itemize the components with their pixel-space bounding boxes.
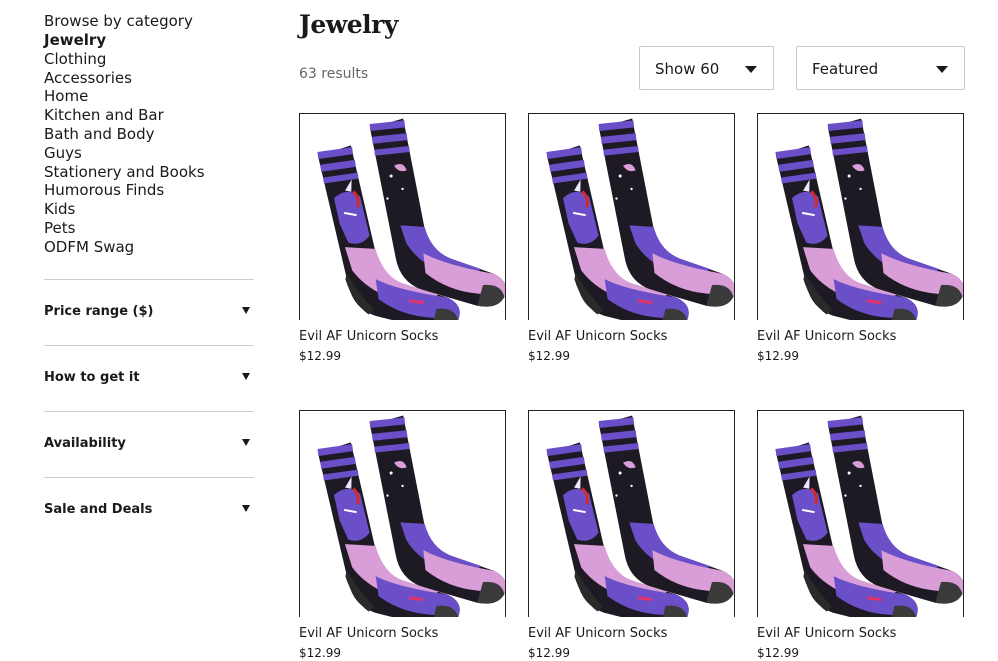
product-image[interactable]: [299, 410, 506, 617]
socks-illustration: [544, 114, 734, 320]
socks-illustration: [544, 411, 734, 617]
product-name[interactable]: Evil AF Unicorn Socks: [528, 625, 735, 642]
category-item-pets[interactable]: Pets: [44, 219, 254, 238]
filter-panel: Price range ($) How to get it Availabili…: [44, 278, 254, 543]
category-item-guys[interactable]: Guys: [44, 144, 254, 163]
socks-illustration: [315, 114, 505, 320]
filter-label: Price range ($): [44, 303, 154, 319]
category-list: Jewelry Clothing Accessories Home Kitche…: [44, 31, 254, 257]
product-name[interactable]: Evil AF Unicorn Socks: [299, 328, 506, 345]
filter-label: Availability: [44, 435, 126, 451]
browse-heading: Browse by category: [44, 12, 193, 30]
product-image[interactable]: [299, 113, 506, 320]
product-card[interactable]: Evil AF Unicorn Socks $12.99: [757, 113, 964, 364]
product-image[interactable]: [528, 113, 735, 320]
caret-down-icon: [242, 504, 250, 512]
socks-illustration: [773, 114, 963, 320]
sort-select[interactable]: Featured: [796, 46, 965, 90]
product-card[interactable]: Evil AF Unicorn Socks $12.99: [299, 410, 506, 661]
product-name[interactable]: Evil AF Unicorn Socks: [757, 625, 964, 642]
caret-down-icon: [745, 66, 757, 73]
product-image[interactable]: [757, 410, 964, 617]
category-item-stationery-and-books[interactable]: Stationery and Books: [44, 163, 254, 182]
sort-value: Featured: [812, 60, 879, 78]
category-item-kitchen-and-bar[interactable]: Kitchen and Bar: [44, 106, 254, 125]
socks-illustration: [315, 411, 505, 617]
filter-sale-and-deals[interactable]: Sale and Deals: [44, 476, 254, 543]
filter-price-range[interactable]: Price range ($): [44, 278, 254, 345]
product-image[interactable]: [528, 410, 735, 617]
product-name[interactable]: Evil AF Unicorn Socks: [528, 328, 735, 345]
category-item-kids[interactable]: Kids: [44, 200, 254, 219]
product-card[interactable]: Evil AF Unicorn Socks $12.99: [757, 410, 964, 661]
product-name[interactable]: Evil AF Unicorn Socks: [757, 328, 964, 345]
caret-down-icon: [242, 372, 250, 380]
product-price: $12.99: [299, 349, 341, 363]
caret-down-icon: [242, 306, 250, 314]
caret-down-icon: [936, 66, 948, 73]
product-card[interactable]: Evil AF Unicorn Socks $12.99: [299, 113, 506, 364]
product-price: $12.99: [757, 349, 799, 363]
category-item-accessories[interactable]: Accessories: [44, 69, 254, 88]
product-listing: Jewelry 63 results Show 60 Featured Evil…: [299, 0, 965, 660]
filter-label: Sale and Deals: [44, 501, 153, 517]
category-item-jewelry[interactable]: Jewelry: [44, 31, 254, 50]
category-item-home[interactable]: Home: [44, 87, 254, 106]
filter-how-to-get-it[interactable]: How to get it: [44, 344, 254, 411]
product-name[interactable]: Evil AF Unicorn Socks: [299, 625, 506, 642]
product-price: $12.99: [528, 646, 570, 660]
filter-availability[interactable]: Availability: [44, 410, 254, 477]
results-count: 63 results: [299, 66, 369, 82]
per-page-select[interactable]: Show 60: [639, 46, 774, 90]
product-card[interactable]: Evil AF Unicorn Socks $12.99: [528, 410, 735, 661]
category-item-humorous-finds[interactable]: Humorous Finds: [44, 181, 254, 200]
caret-down-icon: [242, 438, 250, 446]
product-card[interactable]: Evil AF Unicorn Socks $12.99: [528, 113, 735, 364]
page-title: Jewelry: [299, 10, 398, 39]
per-page-value: Show 60: [655, 60, 720, 78]
product-image[interactable]: [757, 113, 964, 320]
category-sidebar: Browse by category Jewelry Clothing Acce…: [44, 12, 254, 543]
socks-illustration: [773, 411, 963, 617]
category-item-odfm-swag[interactable]: ODFM Swag: [44, 238, 254, 257]
category-item-bath-and-body[interactable]: Bath and Body: [44, 125, 254, 144]
category-item-clothing[interactable]: Clothing: [44, 50, 254, 69]
product-price: $12.99: [757, 646, 799, 660]
product-price: $12.99: [528, 349, 570, 363]
filter-label: How to get it: [44, 369, 140, 385]
product-price: $12.99: [299, 646, 341, 660]
